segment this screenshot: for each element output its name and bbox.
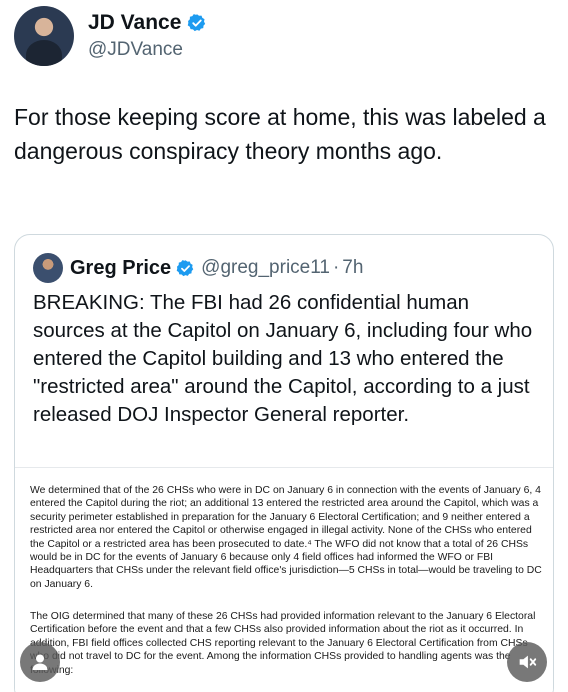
quoted-tweet[interactable]: Greg Price @greg_price11 · 7h BREAKING: … <box>14 234 554 692</box>
quoted-tweet-image[interactable]: We determined that of the 26 CHSs who we… <box>15 467 553 692</box>
verified-badge-icon <box>188 14 206 32</box>
time-separator: · <box>332 257 340 278</box>
quoted-tweet-text: BREAKING: The FBI had 26 confidential hu… <box>33 291 533 426</box>
quoted-verified-badge-icon <box>176 259 194 276</box>
quoted-author-display-name: Greg Price <box>70 256 172 279</box>
author-avatar[interactable] <box>14 6 74 66</box>
mute-icon <box>519 655 537 669</box>
author-names: JD Vance @JDVance <box>88 11 207 61</box>
document-paragraph-1: We determined that of the 26 CHSs who we… <box>30 485 542 590</box>
display-name-row: JD Vance <box>88 11 207 35</box>
author-display-name[interactable]: JD Vance <box>88 11 181 35</box>
user-tag-button[interactable] <box>20 642 60 682</box>
quoted-tweet-header: Greg Price @greg_price11 · 7h <box>33 253 363 283</box>
user-icon <box>32 654 48 670</box>
document-paragraph-2: The OIG determined that many of these 26… <box>30 611 536 676</box>
mute-button[interactable] <box>507 642 547 682</box>
tweet-text: For those keeping score at home, this wa… <box>14 104 546 164</box>
author-handle[interactable]: @JDVance <box>88 39 207 61</box>
tweet-header: JD Vance @JDVance <box>14 6 207 66</box>
quoted-tweet-time: 7h <box>342 257 364 278</box>
quoted-author-handle: @greg_price11 <box>201 257 330 278</box>
quoted-author-avatar <box>33 253 63 283</box>
